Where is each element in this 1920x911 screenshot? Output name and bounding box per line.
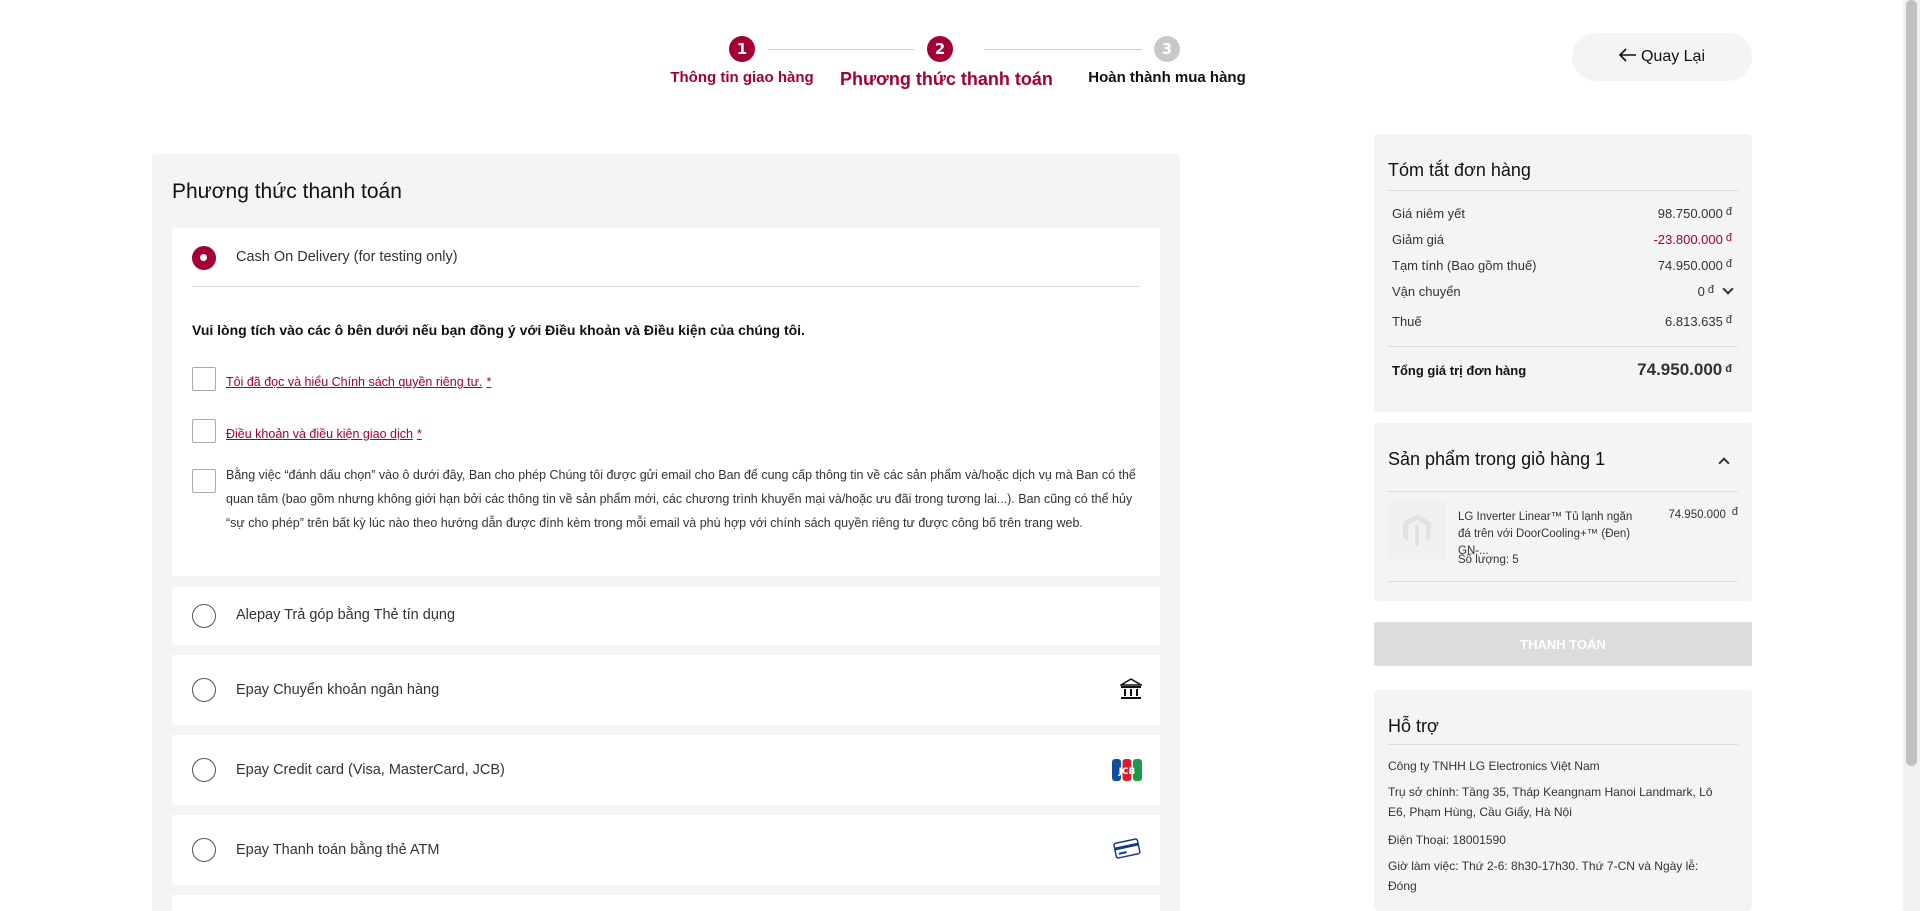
support-card: Hỗ trợ Công ty TNHH LG Electronics Việt …: [1374, 690, 1752, 911]
step-number: 2: [927, 36, 953, 62]
magento-placeholder-icon: [1403, 514, 1431, 547]
summary-value: 6.813.635 đ: [1665, 314, 1732, 329]
terms-label[interactable]: Điều khoản và điều kiện giao dịch: [226, 427, 413, 441]
divider: [1388, 346, 1738, 347]
support-company: Công ty TNHH LG Electronics Việt Nam: [1388, 759, 1600, 773]
epay-bank-radio[interactable]: [192, 678, 216, 702]
summary-row-tax: Thuế 6.813.635 đ: [1392, 314, 1732, 329]
divider: [1388, 581, 1738, 582]
payment-option-alepay[interactable]: Alepay Trả góp bằng Thẻ tín dụng: [172, 587, 1160, 645]
order-summary-title: Tóm tắt đơn hàng: [1388, 160, 1531, 180]
cod-label[interactable]: Cash On Delivery (for testing only): [236, 249, 458, 265]
summary-value: 74.950.000 đ: [1657, 258, 1732, 273]
marketing-consent-checkbox[interactable]: [192, 469, 216, 493]
summary-row-total: Tổng giá trị đơn hàng 74.950.000 đ: [1392, 360, 1732, 380]
support-address: Trụ sở chính: Tầng 35, Tháp Keangnam Han…: [1388, 785, 1713, 819]
terms-checkbox[interactable]: [192, 419, 216, 443]
payment-method-title: Phương thức thanh toán: [172, 180, 402, 203]
payment-method-panel: Phương thức thanh toán Cash On Delivery …: [152, 154, 1180, 911]
summary-label: Giá niêm yết: [1392, 206, 1465, 221]
terms-prompt: Vui lòng tích vào các ô bên dưới nếu bạn…: [192, 322, 805, 338]
alepay-radio[interactable]: [192, 604, 216, 628]
scrollbar-thumb[interactable]: [1906, 0, 1917, 766]
support-title: Hỗ trợ: [1388, 716, 1439, 736]
summary-value: -23.800.000 đ: [1653, 232, 1732, 247]
step-complete: 3 Hoàn thành mua hàng: [1082, 36, 1252, 86]
alepay-label[interactable]: Alepay Trả góp bằng Thẻ tín dụng: [236, 607, 455, 623]
step-label: Hoàn thành mua hàng: [1088, 69, 1246, 86]
cart-title: Sản phẩm trong giỏ hàng 1: [1388, 449, 1606, 469]
checkout-pay-button[interactable]: THANH TOÁN: [1374, 622, 1752, 666]
summary-label: Thuế: [1392, 314, 1422, 329]
summary-value: 98.750.000 đ: [1657, 206, 1732, 221]
epay-credit-radio[interactable]: [192, 758, 216, 782]
divider: [1388, 744, 1738, 745]
epay-bank-label[interactable]: Epay Chuyển khoản ngân hàng: [236, 682, 439, 698]
jcb-icon: JCB: [1112, 759, 1142, 786]
privacy-policy-link[interactable]: Tôi đã đọc và hiểu Chính sách quyền riên…: [226, 375, 491, 389]
privacy-policy-checkbox[interactable]: [192, 367, 216, 391]
checkout-stepper: 1 Thông tin giao hàng 2 Phương thức than…: [652, 36, 1252, 96]
product-quantity: Số lượng: 5: [1458, 554, 1519, 566]
epay-atm-radio[interactable]: [192, 838, 216, 862]
summary-label: Giảm giá: [1392, 232, 1445, 247]
summary-value: 0đ: [1698, 283, 1734, 299]
atm-card-icon: [1112, 837, 1142, 866]
summary-label: Vận chuyển: [1392, 284, 1461, 299]
collapse-icon[interactable]: [1718, 457, 1730, 469]
step-shipping-info[interactable]: 1 Thông tin giao hàng: [662, 36, 822, 86]
summary-row-subtotal: Tạm tính (Bao gồm thuế) 74.950.000 đ: [1392, 258, 1732, 273]
required-marker: *: [486, 375, 492, 389]
scrollbar[interactable]: [1903, 0, 1920, 911]
payment-option-epay-credit-card[interactable]: Epay Credit card (Visa, MasterCard, JCB)…: [172, 735, 1160, 805]
divider: [1388, 491, 1738, 492]
support-phone: Điện Thoại: 18001590: [1388, 833, 1506, 847]
summary-label: Tạm tính (Bao gồm thuế): [1392, 258, 1537, 273]
bank-icon: [1118, 678, 1144, 705]
marketing-consent-text: Bằng việc “đánh dấu chọn” vào ô dưới đây…: [226, 468, 1136, 530]
summary-total-value: 74.950.000 đ: [1637, 360, 1732, 379]
product-price: 74.950.000 đ: [1668, 506, 1738, 521]
divider: [1388, 190, 1738, 191]
back-button[interactable]: Quay Lại: [1572, 33, 1752, 81]
svg-text:JCB: JCB: [1118, 767, 1136, 777]
payment-option-epay-bank-transfer[interactable]: Epay Chuyển khoản ngân hàng: [172, 655, 1160, 725]
epay-credit-label[interactable]: Epay Credit card (Visa, MasterCard, JCB): [236, 762, 505, 778]
divider: [192, 286, 1140, 287]
payment-option-more[interactable]: [172, 895, 1160, 911]
summary-row-shipping[interactable]: Vận chuyển 0đ: [1392, 283, 1734, 299]
step-payment-method: 2 Phương thức thanh toán: [840, 36, 1053, 90]
order-summary-card: Tóm tắt đơn hàng Giá niêm yết 98.750.000…: [1374, 134, 1752, 412]
step-number: 3: [1154, 36, 1180, 62]
payment-option-cod: Cash On Delivery (for testing only) Vui …: [172, 228, 1160, 576]
arrow-left-icon: [1618, 47, 1637, 67]
back-button-label: Quay Lại: [1640, 48, 1706, 65]
step-number: 1: [729, 36, 755, 62]
product-thumbnail: [1388, 501, 1446, 559]
summary-row-discount: Giảm giá -23.800.000 đ: [1392, 232, 1732, 247]
terms-link[interactable]: Điều khoản và điều kiện giao dịch *: [226, 427, 422, 441]
summary-total-label: Tổng giá trị đơn hàng: [1392, 362, 1527, 378]
privacy-policy-label[interactable]: Tôi đã đọc và hiểu Chính sách quyền riên…: [226, 375, 482, 389]
epay-atm-label[interactable]: Epay Thanh toán bằng thẻ ATM: [236, 842, 439, 858]
chevron-down-icon[interactable]: [1722, 283, 1734, 295]
product-name: LG Inverter Linear™ Tủ lạnh ngăn đá trên…: [1458, 511, 1633, 557]
summary-row-list-price: Giá niêm yết 98.750.000 đ: [1392, 206, 1732, 221]
step-label: Phương thức thanh toán: [840, 69, 1053, 89]
required-marker: *: [416, 427, 422, 441]
cod-radio[interactable]: [192, 246, 216, 270]
cart-card: Sản phẩm trong giỏ hàng 1 LG Inverter Li…: [1374, 423, 1752, 601]
payment-option-epay-atm[interactable]: Epay Thanh toán bằng thẻ ATM: [172, 815, 1160, 885]
support-hours: Giờ làm việc: Thứ 2-6: 8h30-17h30. Thứ 7…: [1388, 859, 1699, 893]
step-label: Thông tin giao hàng: [670, 69, 814, 86]
